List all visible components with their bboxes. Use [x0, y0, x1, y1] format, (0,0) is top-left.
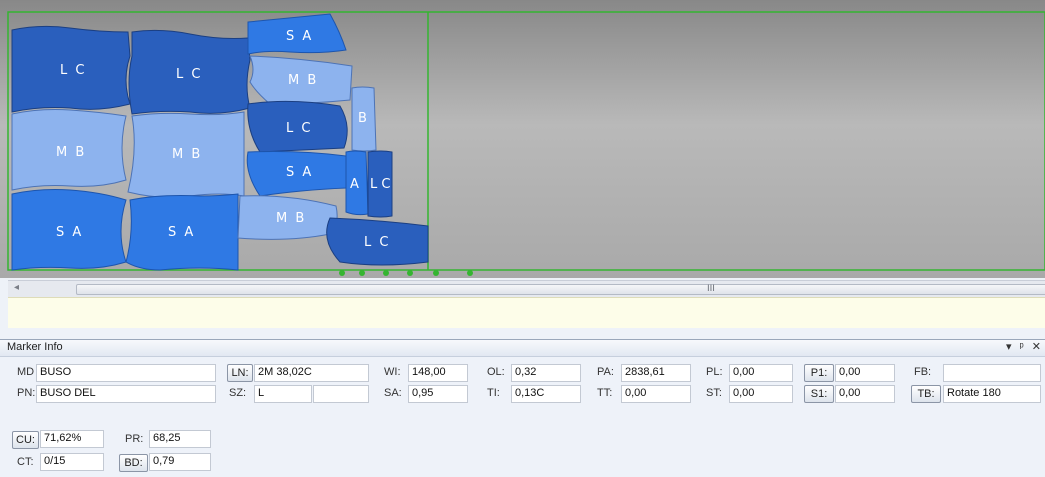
pl-field[interactable]: 0,00: [729, 364, 793, 382]
tt-label: TT:: [597, 387, 613, 399]
tb-field[interactable]: Rotate 180: [943, 385, 1041, 403]
panel-header: Marker Info ▾ ᵖ ✕: [0, 340, 1045, 357]
piece-label: L C: [364, 235, 390, 250]
wi-field[interactable]: 148,00: [408, 364, 468, 382]
cu-field[interactable]: 71,62%: [40, 430, 104, 448]
marker-canvas[interactable]: L C L C M B M B S A S A S A M B L C S A …: [0, 0, 1045, 278]
md-field[interactable]: BUSO: [36, 364, 216, 382]
ln-field[interactable]: 2M 38,02C: [254, 364, 369, 382]
sz-extra-field[interactable]: [313, 385, 369, 403]
s1-field[interactable]: 0,00: [835, 385, 895, 403]
piece-label: B: [358, 111, 369, 126]
sz-field[interactable]: L: [254, 385, 312, 403]
panel-title: Marker Info: [7, 341, 63, 353]
pn-field[interactable]: BUSO DEL: [36, 385, 216, 403]
horizontal-scrollbar[interactable]: ◂ III: [8, 280, 1045, 298]
pa-field[interactable]: 2838,61: [621, 364, 691, 382]
pin-icon[interactable]: ᵖ: [1020, 341, 1024, 353]
ln-button[interactable]: LN:: [227, 364, 253, 382]
st-field[interactable]: 0,00: [729, 385, 793, 403]
cu-button[interactable]: CU:: [12, 431, 39, 449]
sz-label: SZ:: [229, 387, 247, 399]
p1-field[interactable]: 0,00: [835, 364, 895, 382]
pa-label: PA:: [597, 366, 614, 378]
ct-label: CT:: [17, 456, 34, 468]
ti-field[interactable]: 0,13C: [511, 385, 581, 403]
dropdown-icon[interactable]: ▾: [1006, 341, 1012, 353]
pr-field[interactable]: 68,25: [149, 430, 211, 448]
sa-label: SA:: [384, 387, 402, 399]
piece-label: L C: [286, 121, 312, 136]
piece-label: S A: [286, 165, 313, 180]
piece-label: S A: [168, 225, 195, 240]
fb-field[interactable]: [943, 364, 1041, 382]
scroll-thumb[interactable]: III: [76, 284, 1045, 295]
piece-label: A: [350, 177, 361, 192]
fb-label: FB:: [914, 366, 932, 378]
piece-label: L C: [176, 67, 202, 82]
tt-field[interactable]: 0,00: [621, 385, 691, 403]
pr-label: PR:: [125, 433, 144, 445]
wi-label: WI:: [384, 366, 401, 378]
piece-label: M B: [288, 73, 318, 88]
piece-label: L C: [370, 177, 390, 192]
st-label: ST:: [706, 387, 722, 399]
bd-field[interactable]: 0,79: [149, 453, 211, 471]
ol-field[interactable]: 0,32: [511, 364, 581, 382]
ol-label: OL:: [487, 366, 505, 378]
piece-label: L C: [60, 63, 86, 78]
marker-notch-icons: [339, 270, 473, 276]
scroll-left-icon[interactable]: ◂: [14, 282, 19, 293]
piece-label: M B: [56, 145, 86, 160]
status-strip: [8, 297, 1045, 328]
scroll-grip-icon: III: [707, 284, 715, 294]
tb-button[interactable]: TB:: [911, 385, 941, 403]
pn-label: PN:: [17, 387, 36, 399]
ct-field[interactable]: 0/15: [40, 453, 104, 471]
marker-info-panel: Marker Info ▾ ᵖ ✕ MD BUSO PN: BUSO DEL L…: [0, 339, 1045, 477]
piece-label: S A: [56, 225, 83, 240]
piece-label: S A: [286, 29, 313, 44]
bd-button[interactable]: BD:: [119, 454, 148, 472]
piece-label: M B: [172, 147, 202, 162]
piece-label: M B: [276, 211, 306, 226]
p1-button[interactable]: P1:: [804, 364, 834, 382]
sa-field[interactable]: 0,95: [408, 385, 468, 403]
pl-label: PL:: [706, 366, 723, 378]
s1-button[interactable]: S1:: [804, 385, 834, 403]
ti-label: TI:: [487, 387, 500, 399]
marker-layout[interactable]: L C L C M B M B S A S A S A M B L C S A …: [0, 0, 1045, 278]
md-label: MD: [17, 366, 35, 378]
panel-controls: ▾ ᵖ ✕: [1001, 340, 1041, 353]
close-icon[interactable]: ✕: [1032, 341, 1041, 353]
